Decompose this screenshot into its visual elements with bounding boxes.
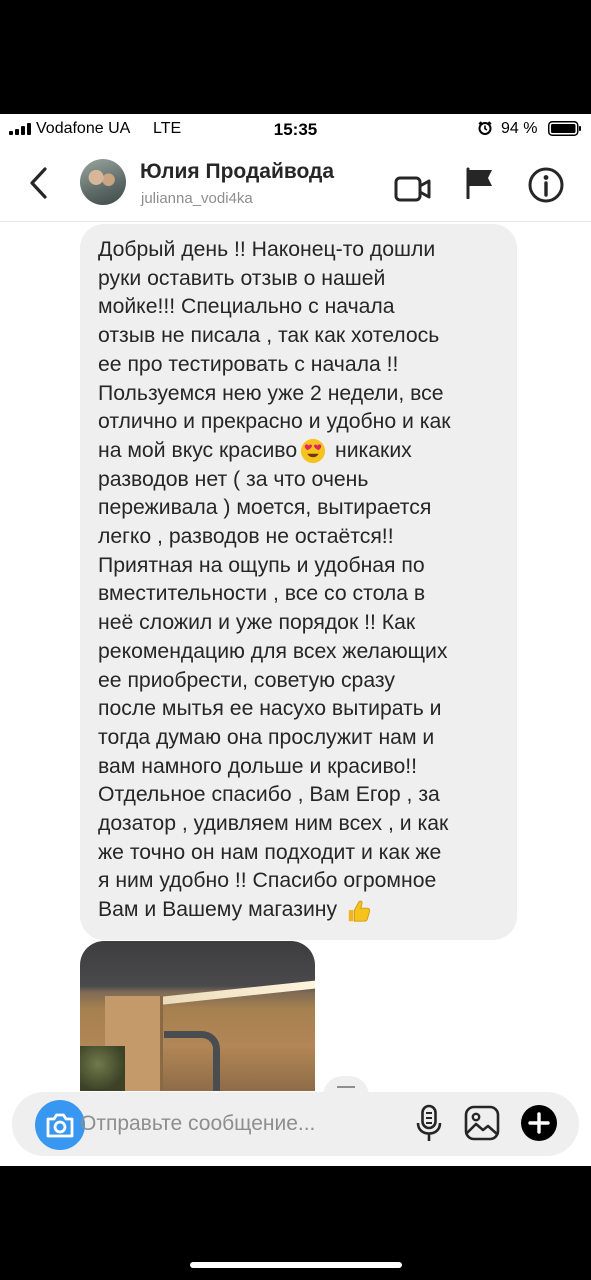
battery-icon: [548, 121, 581, 136]
contact-name[interactable]: Юлия Продайвода: [140, 160, 334, 184]
message-line: дозатор , удивляем ним всех , и как: [98, 812, 449, 836]
instagram-direct-screen: Vodafone UA LTE 15:35 94 % Юлия Продайво…: [0, 114, 591, 1166]
chat-header: Юлия Продайвода julianna_vodi4ka: [0, 144, 591, 222]
back-chevron-icon[interactable]: [26, 166, 52, 200]
message-line: разводов нет ( за что очень: [98, 467, 369, 491]
contact-username[interactable]: julianna_vodi4ka: [141, 190, 253, 207]
message-line: легко , разводов не остаётся!!: [98, 525, 394, 549]
battery-percentage: 94 %: [501, 120, 538, 137]
message-line: тогда думаю она прослужит нам и: [98, 725, 435, 749]
message-text: Добрый день !! Наконец-то дошли руки ост…: [98, 236, 498, 925]
message-segment: Вам и Вашему магазину: [98, 898, 338, 922]
message-segment: никаких: [335, 438, 412, 462]
message-line: Приятная на ощупь и удобная по: [98, 553, 425, 577]
photo-detail: [80, 1046, 125, 1091]
photo-detail: [150, 980, 315, 1006]
message-line: мойке!!! Специально с начала: [98, 295, 395, 319]
message-line: рекомендацию для всех желающих: [98, 639, 448, 663]
top-black-bar: [0, 0, 591, 114]
photo-attachment[interactable]: [80, 941, 315, 1091]
heart-eyes-emoji: [301, 439, 326, 464]
photo-detail: [164, 1031, 220, 1091]
message-line-with-emoji: на мой вкус красиво никаких: [98, 437, 498, 466]
contact-avatar[interactable]: [80, 159, 126, 205]
home-indicator[interactable]: [190, 1262, 402, 1268]
gallery-icon[interactable]: [464, 1105, 500, 1141]
message-line: Пользуемся нею уже 2 недели, все: [98, 381, 444, 405]
camera-icon: [46, 1113, 74, 1138]
alarm-icon: [478, 121, 492, 135]
thumbs-up-emoji: [348, 900, 371, 922]
message-line: ее про тестировать с начала !!: [98, 352, 399, 376]
message-line: вам намного дольше и красиво!!: [98, 754, 418, 778]
message-line: ее приобрести, советую сразу: [98, 668, 395, 692]
video-call-icon[interactable]: [394, 174, 432, 204]
message-line-with-emoji: Вам и Вашему магазину: [98, 896, 498, 925]
message-line: Добрый день !! Наконец-то дошли: [98, 238, 436, 261]
message-line: неё сложил и уже порядок !! Как: [98, 611, 416, 635]
message-line: я ним удобно !! Спасибо огромное: [98, 869, 437, 893]
add-icon[interactable]: [520, 1104, 558, 1142]
status-bar: Vodafone UA LTE 15:35 94 %: [0, 114, 591, 144]
camera-button[interactable]: [35, 1100, 85, 1150]
message-line: вместительности , все со стола в: [98, 582, 426, 606]
message-bubble[interactable]: Добрый день !! Наконец-то дошли руки ост…: [80, 224, 517, 940]
message-line: отзыв не писала , так как хотелось: [98, 324, 440, 348]
flag-icon[interactable]: [464, 167, 494, 199]
info-icon[interactable]: [527, 166, 565, 204]
message-line: Отдельное спасибо , Вам Егор , за: [98, 783, 440, 807]
message-input[interactable]: [80, 1109, 400, 1139]
microphone-icon[interactable]: [414, 1104, 444, 1144]
message-line: же точно он нам подходит и как же: [98, 840, 442, 864]
message-line: переживала ) моется, вытирается: [98, 496, 432, 520]
message-segment: на мой вкус красиво: [98, 438, 298, 462]
message-line: отлично и прекрасно и удобно и как: [98, 410, 451, 434]
message-line: после мытья ее насухо вытирать и: [98, 697, 442, 721]
message-line: руки оставить отзыв о нашей: [98, 266, 386, 290]
